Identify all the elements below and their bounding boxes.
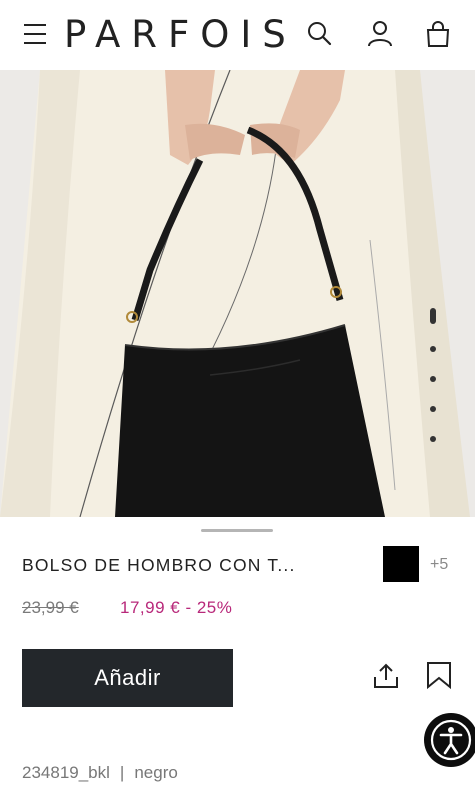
reference-code: 234819_bkl — [22, 763, 110, 782]
gallery-dot[interactable] — [430, 436, 436, 442]
color-name: negro — [134, 763, 178, 782]
reference-separator: | — [119, 763, 125, 782]
bag-icon[interactable] — [422, 18, 454, 50]
more-colors-count[interactable]: +5 — [430, 556, 448, 574]
accessibility-icon[interactable] — [424, 713, 475, 767]
color-swatch[interactable] — [383, 546, 419, 582]
menu-icon[interactable] — [24, 24, 48, 46]
gallery-dot[interactable] — [430, 308, 436, 324]
gallery-dot[interactable] — [430, 346, 436, 352]
sale-price: 17,99 € - 25% — [120, 598, 233, 617]
drawer-handle[interactable] — [201, 529, 273, 532]
search-icon[interactable] — [304, 18, 336, 50]
product-title: BOLSO DE HOMBRO CON T... — [22, 555, 296, 575]
brand-logo[interactable]: PARFOIS — [64, 14, 297, 56]
gallery-dot[interactable] — [430, 376, 436, 382]
gallery-pagination[interactable] — [428, 308, 438, 448]
add-to-cart-button[interactable]: Añadir — [22, 649, 233, 707]
bookmark-icon[interactable] — [424, 660, 454, 690]
site-header: PARFOIS — [0, 0, 475, 70]
old-price: 23,99 € — [22, 598, 79, 617]
gallery-dot[interactable] — [430, 406, 436, 412]
product-image[interactable] — [0, 70, 475, 517]
user-icon[interactable] — [364, 18, 396, 50]
product-reference: 234819_bkl | negro — [22, 763, 178, 783]
share-icon[interactable] — [371, 661, 401, 691]
